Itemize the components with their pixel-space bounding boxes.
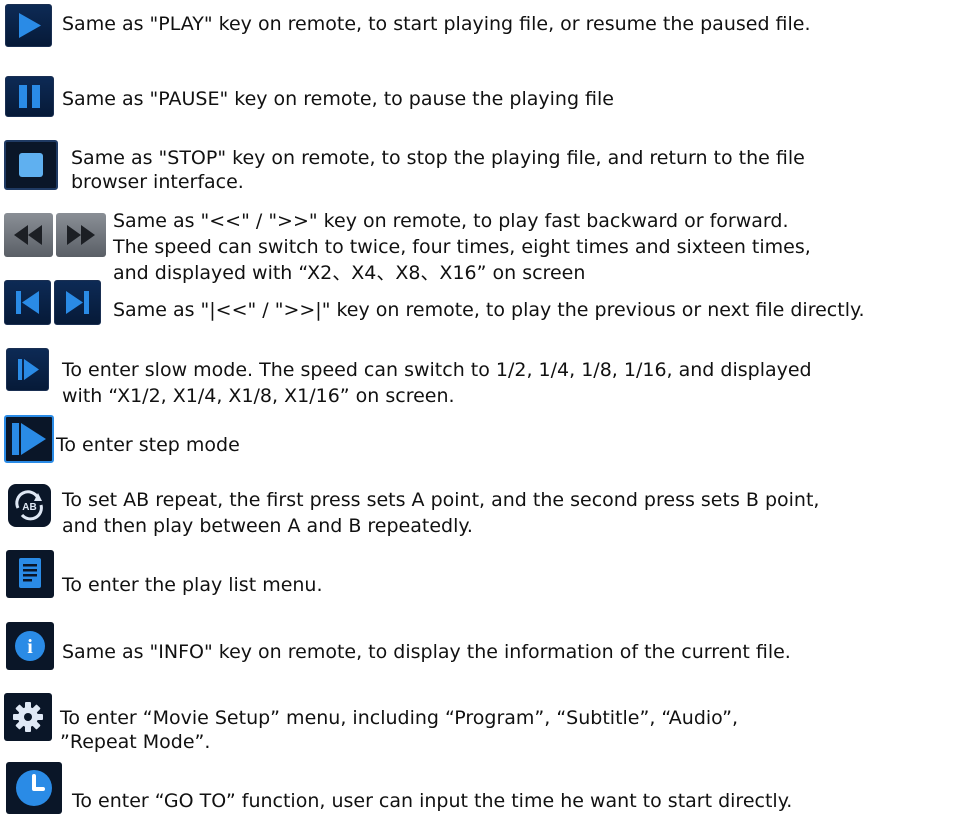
slow-mode-icon xyxy=(6,348,49,391)
svg-text:AB: AB xyxy=(22,502,36,513)
step-mode-icon xyxy=(4,415,54,463)
row-step-line-1: To enter step mode xyxy=(56,434,240,456)
skip-previous-icon xyxy=(4,280,51,325)
play-icon xyxy=(5,4,52,47)
row-pause-line-1: Same as "PAUSE" key on remote, to pause … xyxy=(62,88,614,110)
row-goto-line-1: To enter “GO TO” function, user can inpu… xyxy=(72,790,793,812)
row-rewind-forward-line-1: Same as "<<" / ">>" key on remote, to pl… xyxy=(113,210,789,232)
row-rewind-forward-line-2: The speed can switch to twice, four time… xyxy=(113,236,811,258)
gear-icon xyxy=(4,693,52,741)
row-slow-line-2: with “X1/2, X1/4, X1/8, X1/16” on screen… xyxy=(62,385,455,407)
row-ab-repeat-line-2: and then play between A and B repeatedly… xyxy=(62,515,473,537)
clock-icon xyxy=(6,762,62,814)
row-ab-repeat-line-1: To set AB repeat, the first press sets A… xyxy=(62,489,820,511)
row-stop-line-2: browser interface. xyxy=(71,171,244,193)
playlist-icon xyxy=(6,550,54,598)
row-info-line-1: Same as "INFO" key on remote, to display… xyxy=(62,641,791,663)
stop-icon xyxy=(4,140,58,190)
row-setup-line-1: To enter “Movie Setup” menu, including “… xyxy=(60,707,739,729)
row-slow-line-1: To enter slow mode. The speed can switch… xyxy=(62,359,812,381)
svg-text:i: i xyxy=(27,636,33,658)
row-playlist-line-1: To enter the play list menu. xyxy=(62,574,323,596)
rewind-icon xyxy=(4,213,53,257)
row-setup-line-2: ”Repeat Mode”. xyxy=(60,731,211,753)
row-play-line-1: Same as "PLAY" key on remote, to start p… xyxy=(62,13,811,35)
info-icon: i xyxy=(6,622,54,670)
row-skip-line-1: Same as "|<<" / ">>|" key on remote, to … xyxy=(113,299,865,321)
forward-icon xyxy=(56,213,106,257)
row-stop-line-1: Same as "STOP" key on remote, to stop th… xyxy=(71,147,805,169)
ab-repeat-icon: AB xyxy=(8,484,51,527)
skip-next-icon xyxy=(54,280,101,325)
row-rewind-forward-line-3: and displayed with “X2、X4、X8、X16” on scr… xyxy=(113,262,586,284)
pause-icon xyxy=(5,76,54,117)
